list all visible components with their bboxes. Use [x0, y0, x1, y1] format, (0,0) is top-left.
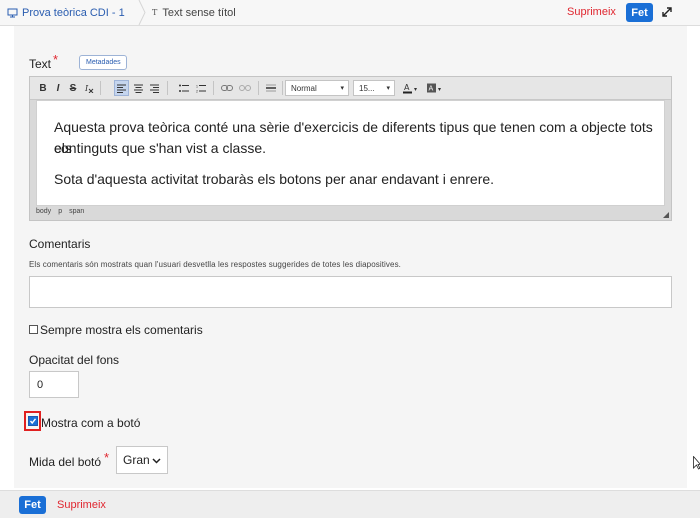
link-icon[interactable] — [219, 80, 235, 96]
breadcrumb-separator-icon — [137, 0, 147, 25]
comments-input[interactable] — [29, 276, 672, 308]
always-show-comments-checkbox[interactable] — [29, 325, 38, 334]
unlink-icon[interactable] — [237, 80, 253, 96]
chevron-down-icon — [152, 458, 161, 464]
always-show-comments-label[interactable]: Sempre mostra els comentaris — [40, 323, 203, 337]
comments-label: Comentaris — [29, 237, 90, 251]
toolbar-separator — [100, 81, 101, 95]
button-size-label: Mida del botó* — [29, 454, 109, 469]
done-button-top[interactable]: Fet — [626, 3, 653, 22]
button-size-label-text: Mida del botó — [29, 455, 101, 469]
font-size-select-value: 15... — [359, 84, 375, 93]
resize-handle-icon[interactable] — [663, 212, 669, 218]
align-left-icon[interactable] — [114, 80, 129, 96]
format-select[interactable]: Normal ▾ — [285, 80, 349, 96]
bulleted-list-icon[interactable] — [176, 80, 191, 96]
required-marker: * — [53, 52, 58, 67]
editor-toolbar: B I S I 12 — [30, 77, 671, 100]
breadcrumb-parent[interactable]: Prova teòrica CDI - 1 — [7, 0, 125, 25]
text-field-label: Text* — [29, 56, 58, 71]
opacity-input[interactable]: 0 — [29, 371, 79, 398]
svg-text:A: A — [429, 84, 434, 92]
svg-text:▾: ▾ — [414, 87, 417, 93]
toolbar-separator — [213, 81, 214, 95]
remove-format-icon[interactable]: I — [82, 80, 96, 96]
align-right-icon[interactable] — [147, 80, 162, 96]
expand-icon[interactable] — [660, 5, 674, 19]
slide-icon — [7, 8, 18, 18]
text-type-icon: T — [152, 8, 157, 17]
path-element[interactable]: body — [36, 208, 51, 215]
toolbar-separator — [282, 81, 283, 95]
editor-paragraph-1-line-2: continguts que s'han vist a classe. — [54, 138, 266, 159]
comments-help-text: Els comentaris són mostrats quan l'usuar… — [29, 260, 401, 269]
breadcrumb-current: T Text sense títol — [152, 0, 236, 25]
button-size-select-value: Gran — [123, 453, 150, 467]
breadcrumb-parent-label: Prova teòrica CDI - 1 — [22, 7, 125, 19]
dropdown-arrow-icon: ▾ — [340, 84, 344, 92]
svg-text:▾: ▾ — [438, 87, 441, 93]
align-center-icon[interactable] — [131, 80, 146, 96]
toolbar-separator — [167, 81, 168, 95]
done-button-bottom[interactable]: Fet — [19, 496, 46, 514]
strikethrough-button[interactable]: S — [67, 80, 79, 96]
rich-text-editor: B I S I 12 — [29, 76, 672, 221]
breadcrumb-current-label: Text sense títol — [162, 7, 235, 19]
checkmark-icon — [29, 417, 37, 425]
svg-text:2: 2 — [196, 89, 198, 93]
mouse-cursor-icon — [693, 456, 700, 470]
editor-element-path: body p span — [36, 208, 84, 215]
button-size-select[interactable]: Gran — [116, 446, 168, 474]
horizontal-rule-icon[interactable] — [263, 80, 278, 96]
italic-button[interactable]: I — [52, 80, 64, 96]
dropdown-arrow-icon: ▾ — [386, 84, 390, 92]
show-as-button-checkbox[interactable] — [28, 416, 38, 426]
delete-button-top[interactable]: Suprimeix — [567, 6, 616, 18]
numbered-list-icon[interactable]: 12 — [193, 80, 208, 96]
toolbar-separator — [258, 81, 259, 95]
required-marker: * — [104, 450, 109, 465]
svg-text:I: I — [84, 84, 89, 93]
path-element[interactable]: p — [58, 208, 62, 215]
path-element[interactable]: span — [69, 208, 84, 215]
bold-button[interactable]: B — [37, 80, 49, 96]
svg-text:1: 1 — [196, 84, 198, 88]
delete-button-bottom[interactable]: Suprimeix — [57, 499, 106, 511]
format-select-value: Normal — [291, 84, 317, 93]
show-as-button-label[interactable]: Mostra com a botó — [41, 416, 140, 430]
editor-content-area[interactable]: Aquesta prova teòrica conté una sèrie d'… — [36, 100, 665, 206]
editor-paragraph-2: Sota d'aquesta activitat trobaràs els bo… — [54, 169, 494, 190]
svg-text:A: A — [404, 83, 410, 92]
opacity-label: Opacitat del fons — [29, 353, 119, 367]
font-size-select[interactable]: 15... ▾ — [353, 80, 395, 96]
text-label-text: Text — [29, 57, 51, 71]
metadata-button[interactable]: Metadades — [79, 55, 127, 70]
text-color-icon[interactable]: A▾ — [402, 80, 423, 96]
background-color-icon[interactable]: A▾ — [426, 80, 447, 96]
